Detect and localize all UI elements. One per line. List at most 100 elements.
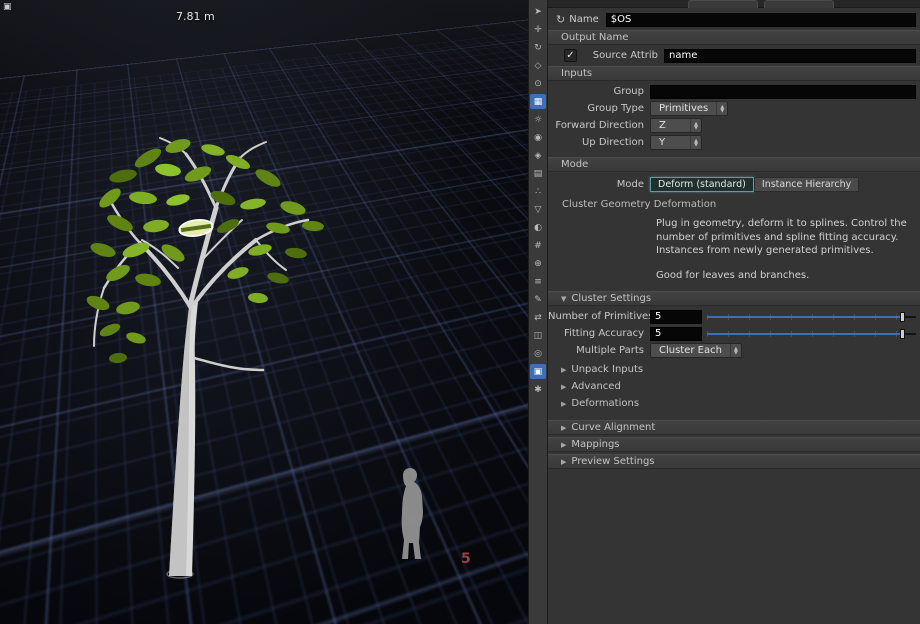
up-direction-label: Up Direction: [548, 137, 650, 148]
section-curve-alignment[interactable]: ▶ Curve Alignment: [548, 420, 920, 435]
forward-direction-value: Z: [651, 119, 690, 132]
section-unpack-inputs[interactable]: ▶ Unpack Inputs: [548, 361, 920, 378]
number-of-primitives-slider[interactable]: [707, 309, 916, 324]
geometry-icon[interactable]: ▦: [530, 94, 546, 109]
section-label: Mode: [561, 159, 588, 170]
number-of-primitives-input[interactable]: [650, 310, 702, 324]
fitting-accuracy-label: Fitting Accuracy: [548, 328, 650, 339]
source-attrib-label: Source Attrib: [580, 50, 664, 61]
points-icon[interactable]: ∴: [530, 184, 546, 199]
edit-icon[interactable]: ✎: [530, 292, 546, 307]
source-attrib-checkbox[interactable]: ✓: [564, 49, 577, 62]
spinner-icon[interactable]: ▲▼: [730, 344, 741, 357]
section-label: Curve Alignment: [571, 422, 655, 433]
layers-icon[interactable]: ▤: [530, 166, 546, 181]
snap-icon[interactable]: ⊙: [530, 76, 546, 91]
display-options-icon[interactable]: ▣: [530, 364, 546, 379]
multiple-parts-label: Multiple Parts: [548, 345, 650, 356]
mode-option-label: Deform (standard): [658, 179, 746, 190]
tree-model[interactable]: [28, 58, 358, 588]
spinner-icon[interactable]: ▲▼: [690, 119, 701, 132]
section-label: Output Name: [561, 32, 628, 43]
mode-deform-button[interactable]: Deform (standard): [650, 177, 754, 192]
viewport-toolbar: ➤ ✛ ↻ ◇ ⊙ ▦ ☼ ◉ ◈ ▤ ∴ ▽ ◐ # ⊕ ≡ ✎ ⇄ ◫ ◎ …: [528, 0, 548, 624]
section-label: Advanced: [571, 381, 620, 392]
lock-icon[interactable]: ◫: [530, 328, 546, 343]
slider-handle[interactable]: [900, 329, 905, 339]
material-icon[interactable]: ◈: [530, 148, 546, 163]
tab-partial[interactable]: [764, 0, 834, 8]
mode-label: Mode: [548, 179, 650, 190]
app-window: 7.81 m ▣ 5 ➤ ✛ ↻ ◇ ⊙ ▦ ☼ ◉ ◈ ▤ ∴ ▽ ◐ # ⊕…: [0, 0, 920, 624]
group-input[interactable]: [650, 85, 916, 99]
slider-fill: [707, 333, 901, 335]
light-icon[interactable]: ☼: [530, 112, 546, 127]
view-icon[interactable]: ➤: [530, 4, 546, 19]
multiple-parts-dropdown[interactable]: Cluster Each ▲▼: [650, 343, 742, 358]
number-of-primitives-label: Number of Primitives: [548, 311, 650, 322]
forward-direction-dropdown[interactable]: Z ▲▼: [650, 118, 702, 133]
description-paragraph: Plug in geometry, deform it to splines. …: [656, 217, 920, 258]
section-inputs: Inputs: [548, 66, 920, 81]
section-output-name: Output Name: [548, 30, 920, 45]
recook-icon[interactable]: ↻: [556, 13, 565, 26]
tab-partial[interactable]: [688, 0, 758, 8]
section-label: Preview Settings: [571, 456, 654, 467]
triangle-closed-icon: ▶: [561, 458, 566, 466]
pin-icon[interactable]: ▣: [3, 2, 12, 12]
triangle-closed-icon: ▶: [561, 383, 566, 391]
measure-icon[interactable]: ≡: [530, 274, 546, 289]
grid-icon[interactable]: #: [530, 238, 546, 253]
section-label: Mappings: [571, 439, 619, 450]
description-paragraph: Good for leaves and branches.: [656, 269, 920, 283]
section-label: Inputs: [561, 68, 592, 79]
section-label: Cluster Settings: [571, 293, 651, 304]
node-name-input[interactable]: [606, 13, 916, 27]
cut-off-tabs: [548, 0, 920, 8]
scale-icon[interactable]: ◇: [530, 58, 546, 73]
triangle-open-icon: ▼: [561, 295, 566, 303]
wireframe-icon[interactable]: ▽: [530, 202, 546, 217]
section-advanced[interactable]: ▶ Advanced: [548, 378, 920, 395]
section-cluster-settings[interactable]: ▼ Cluster Settings: [548, 291, 920, 306]
section-mappings[interactable]: ▶ Mappings: [548, 437, 920, 452]
group-type-dropdown[interactable]: Primitives ▲▼: [650, 101, 728, 116]
name-label: Name: [569, 14, 599, 25]
spinner-icon[interactable]: ▲▼: [690, 136, 701, 149]
forward-direction-label: Forward Direction: [548, 120, 650, 131]
move-icon[interactable]: ✛: [530, 22, 546, 37]
spinner-icon[interactable]: ▲▼: [716, 102, 727, 115]
slider-handle[interactable]: [900, 312, 905, 322]
triangle-closed-icon: ▶: [561, 366, 566, 374]
section-mode: Mode: [548, 157, 920, 172]
rotate-icon[interactable]: ↻: [530, 40, 546, 55]
human-scale-figure: [380, 464, 440, 564]
shading-icon[interactable]: ◐: [530, 220, 546, 235]
section-label: Unpack Inputs: [571, 364, 643, 375]
group-type-value: Primitives: [651, 102, 716, 115]
visibility-icon[interactable]: ◎: [530, 346, 546, 361]
group-label: Group: [548, 86, 650, 97]
scale-number-label: 5: [461, 551, 471, 567]
up-direction-dropdown[interactable]: Y ▲▼: [650, 135, 702, 150]
source-attrib-input[interactable]: [664, 49, 916, 63]
cluster-geometry-deformation-label: Cluster Geometry Deformation: [548, 196, 920, 212]
mode-instance-hierarchy-button[interactable]: Instance Hierarchy: [754, 177, 859, 192]
section-label: Deformations: [571, 398, 639, 409]
mirror-icon[interactable]: ⇄: [530, 310, 546, 325]
section-deformations[interactable]: ▶ Deformations: [548, 395, 920, 412]
group-type-label: Group Type: [548, 103, 650, 114]
slider-fill: [707, 316, 901, 318]
section-preview-settings[interactable]: ▶ Preview Settings: [548, 454, 920, 469]
mode-description: Plug in geometry, deform it to splines. …: [656, 217, 920, 282]
fitting-accuracy-slider[interactable]: [707, 326, 916, 341]
triangle-closed-icon: ▶: [561, 441, 566, 449]
settings-icon[interactable]: ✱: [530, 382, 546, 397]
axis-icon[interactable]: ⊕: [530, 256, 546, 271]
fitting-accuracy-input[interactable]: [650, 327, 702, 341]
viewport-3d[interactable]: 7.81 m ▣ 5: [0, 0, 528, 624]
up-direction-value: Y: [651, 136, 690, 149]
camera-icon[interactable]: ◉: [530, 130, 546, 145]
parameter-panel: ↻ Name Output Name ✓ Source Attrib Input…: [548, 0, 920, 624]
triangle-closed-icon: ▶: [561, 424, 566, 432]
